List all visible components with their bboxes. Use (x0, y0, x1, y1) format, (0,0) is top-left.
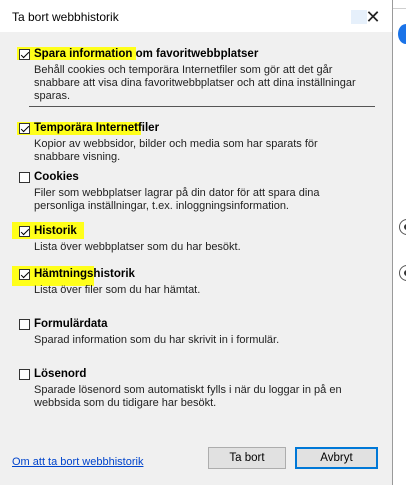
cookies-label: Cookies (34, 171, 79, 183)
form-data-checkbox[interactable] (19, 319, 30, 330)
download-history-label: Hämtningshistorik (34, 268, 135, 280)
dialog-titlebar: Ta bort webbhistorik ✕ (0, 0, 392, 32)
form-data-description: Sparad information som du har skrivit in… (34, 334, 280, 346)
temporary-files-description: Kopior av webbsidor, bilder och media so… (34, 138, 318, 163)
download-history-checkbox[interactable] (19, 269, 30, 280)
preserve-favorites-checkbox[interactable] (19, 49, 30, 60)
temporary-files-checkbox[interactable] (19, 123, 30, 134)
delete-history-dialog: Ta bort webbhistorik ✕ Spara information… (0, 0, 393, 485)
close-icon[interactable]: ✕ (355, 4, 391, 30)
history-label: Historik (34, 225, 77, 237)
passwords-description: Sparade lösenord som automatiskt fylls i… (34, 384, 342, 409)
cookies-checkbox[interactable] (19, 172, 30, 183)
background-window (392, 0, 406, 485)
download-history-description: Lista över filer som du har hämtat. (34, 284, 201, 296)
preserve-favorites-description: Behåll cookies och temporära Internetfil… (34, 64, 356, 102)
cancel-button[interactable]: Avbryt (295, 447, 378, 469)
preserve-favorites-label: Spara information om favoritwebbplatser (34, 48, 259, 60)
delete-button[interactable]: Ta bort (208, 447, 286, 469)
passwords-checkbox[interactable] (19, 369, 30, 380)
dialog-title: Ta bort webbhistorik (12, 10, 119, 24)
history-description: Lista över webbplatser som du har besökt… (34, 241, 241, 253)
form-data-label: Formulärdata (34, 318, 108, 330)
cookies-description: Filer som webbplatser lagrar på din dato… (34, 187, 320, 212)
separator (29, 106, 375, 107)
passwords-label: Lösenord (34, 368, 87, 380)
about-deleting-history-link[interactable]: Om att ta bort webbhistorik (12, 456, 143, 468)
history-checkbox[interactable] (19, 226, 30, 237)
background-divider (392, 8, 406, 9)
temporary-files-label: Temporära Internetfiler (34, 122, 160, 134)
